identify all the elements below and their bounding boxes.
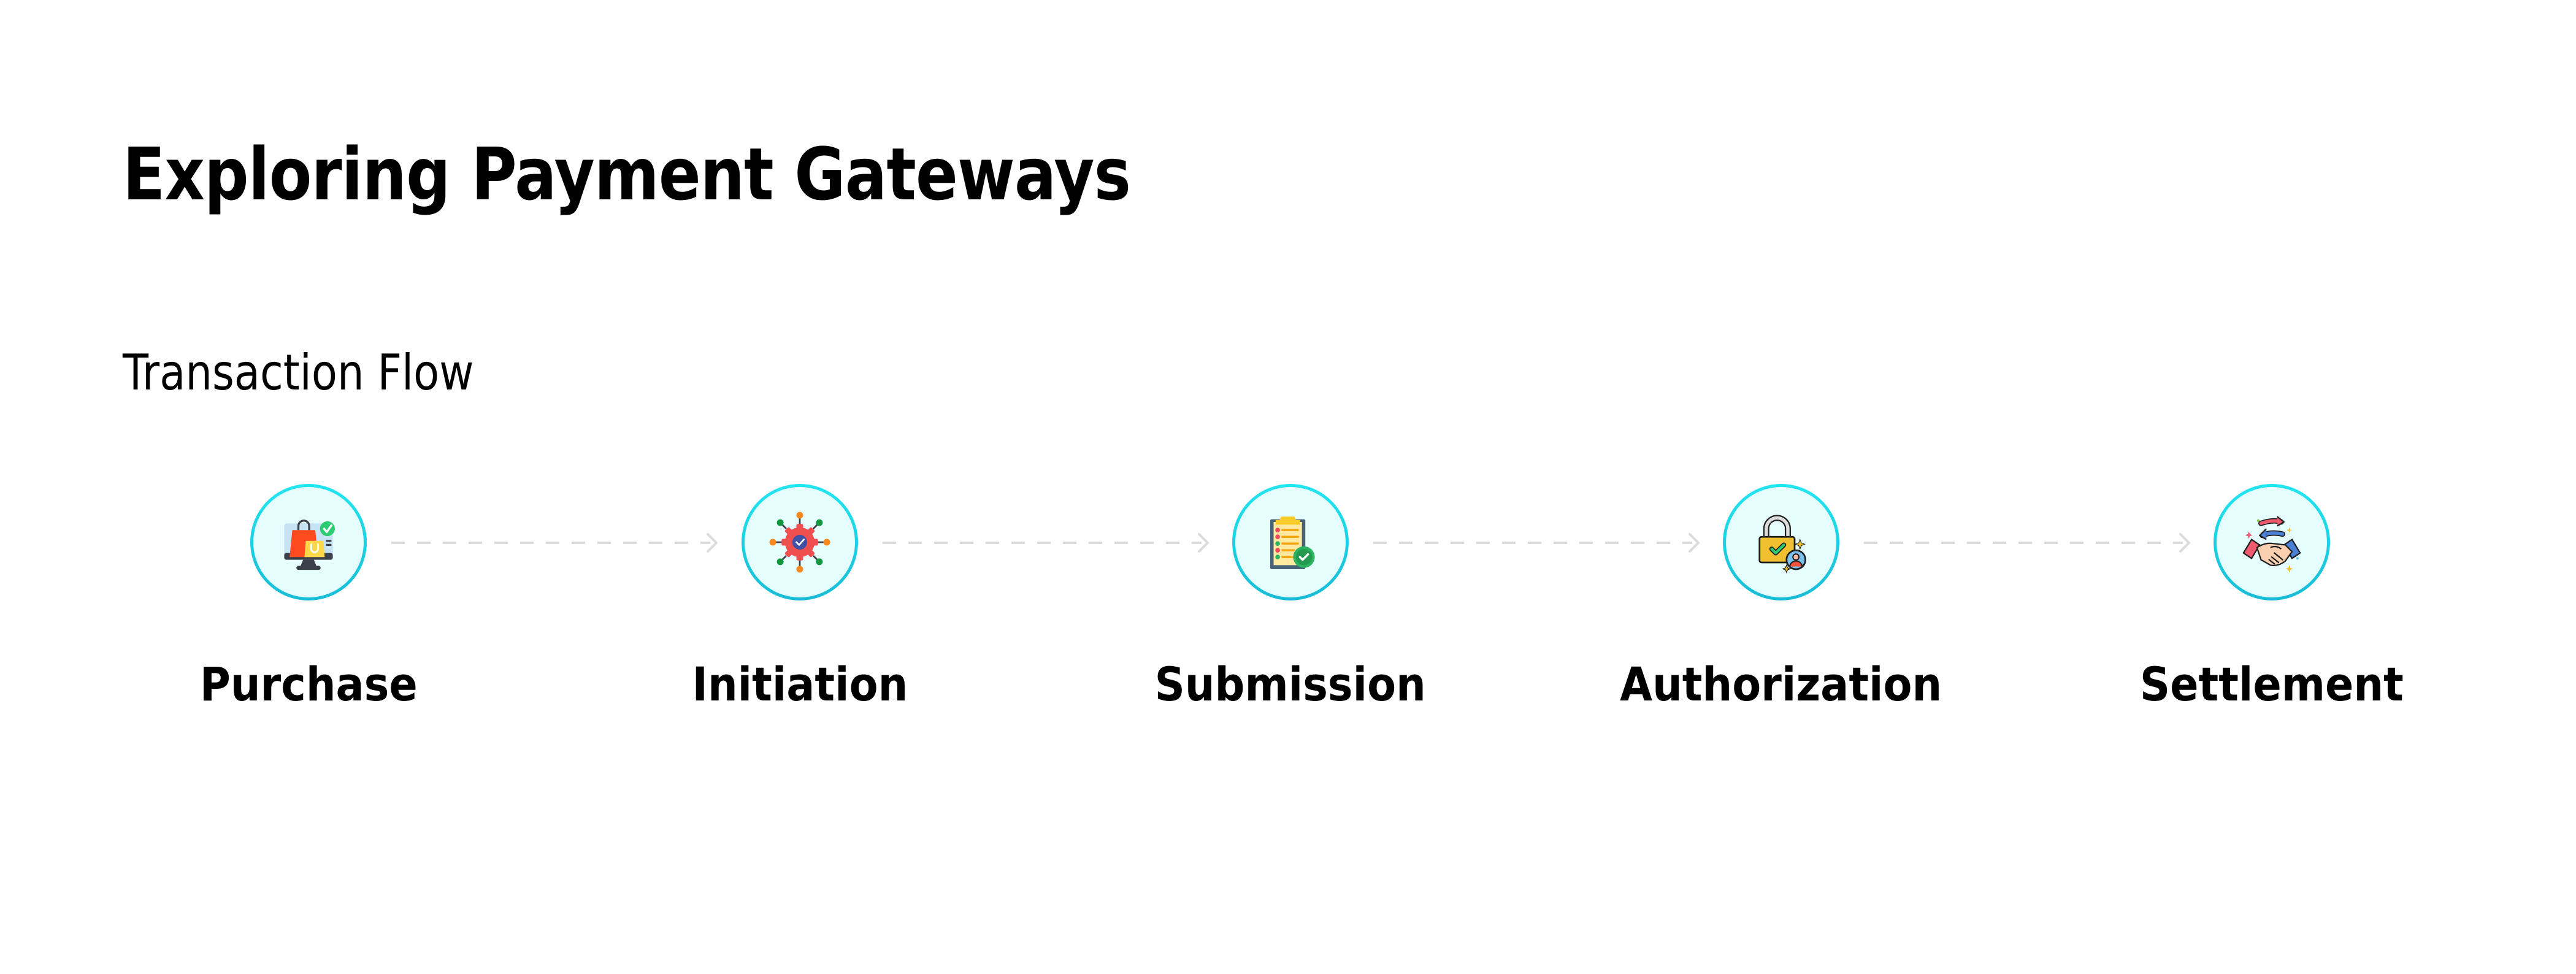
flow-step-purchase: Purchase: [125, 484, 493, 712]
step-label: Initiation: [692, 657, 908, 711]
flow-step-settlement: Settlement: [2088, 484, 2456, 712]
flow-step-authorization: Authorization: [1597, 484, 1965, 712]
step-icon-circle: [1723, 484, 1839, 600]
flow-step-initiation: Initiation: [616, 484, 984, 712]
gear-network-check-icon: [769, 512, 830, 573]
step-label: Settlement: [2140, 657, 2404, 711]
clipboard-checklist-icon: [1270, 516, 1315, 569]
step-label: Purchase: [199, 657, 418, 711]
step-icon-circle: [1232, 484, 1349, 600]
shopping-bags-monitor-icon: [284, 520, 335, 570]
step-icon-circle: [2214, 484, 2330, 600]
transaction-flow: Purchase Initiation Submission Authoriza…: [0, 0, 2576, 974]
step-icon-circle: [250, 484, 367, 600]
step-icon-circle: [742, 484, 858, 600]
step-label: Submission: [1154, 657, 1427, 711]
handshake-exchange-icon: [2242, 516, 2301, 573]
flow-step-submission: Submission: [1106, 484, 1474, 712]
step-label: Authorization: [1620, 657, 1942, 711]
unlocked-padlock-user-icon: [1758, 515, 1806, 574]
